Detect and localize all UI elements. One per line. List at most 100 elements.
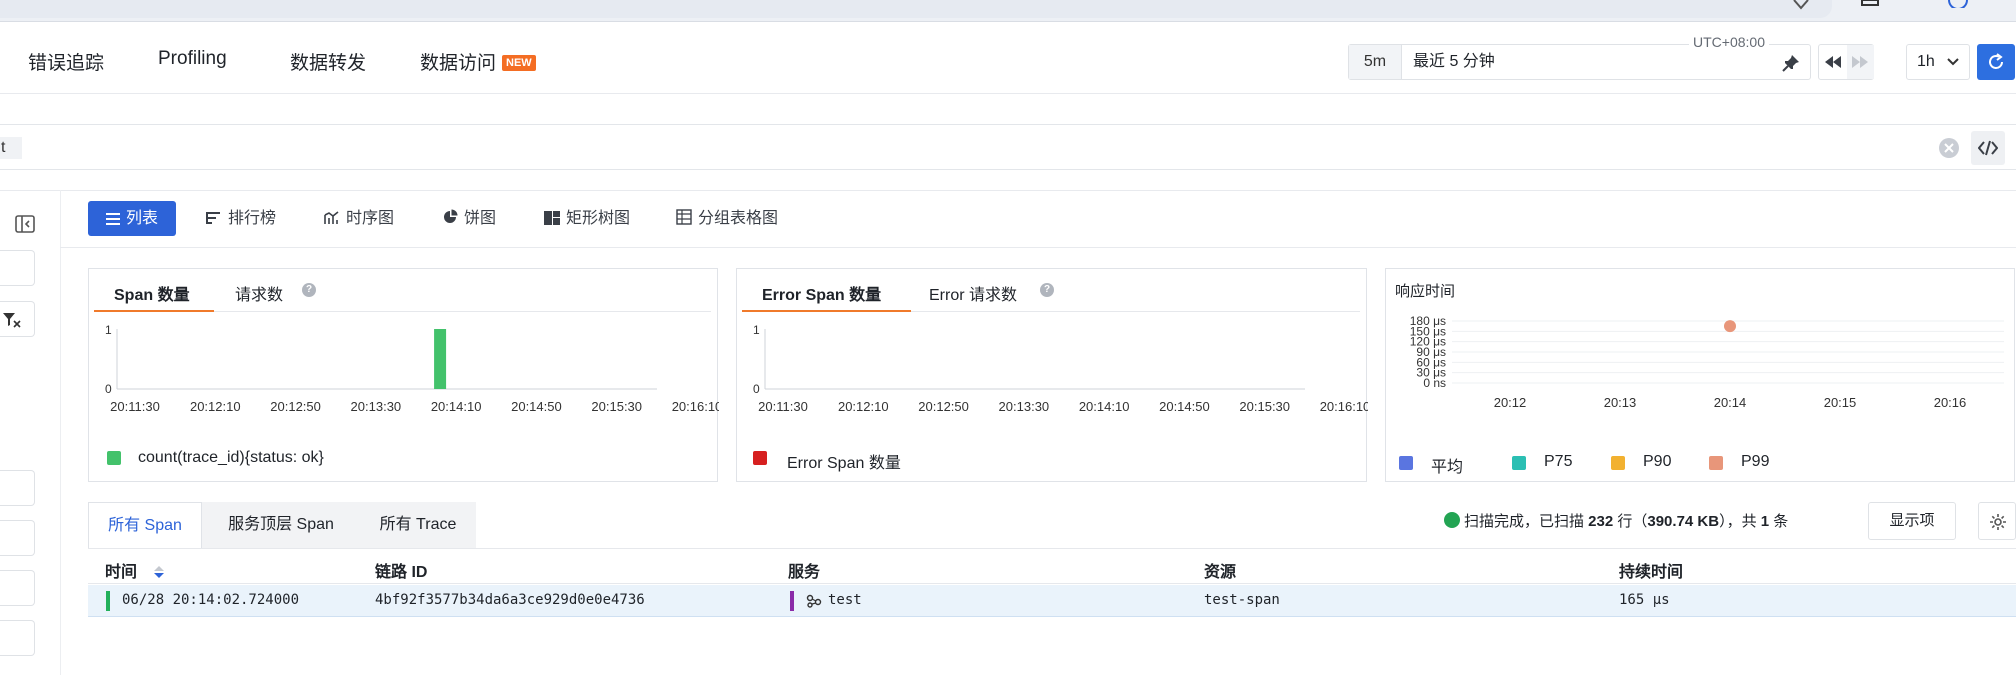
facet-item[interactable]	[0, 520, 35, 556]
nav-item-error-tracking[interactable]: 错误追踪	[28, 48, 104, 75]
table-row[interactable]: 06/28 20:14:02.724000 4bf92f3577b34da6a3…	[88, 585, 2016, 617]
x-tick-label: 20:14	[1714, 395, 1747, 410]
time-range-label[interactable]: 最近 5 分钟	[1413, 45, 1495, 79]
x-tick-label: 20:15:30	[1239, 399, 1290, 414]
pin-icon[interactable]	[1782, 54, 1800, 72]
tab-group-table[interactable]: 分组表格图	[676, 201, 778, 236]
profile-icon[interactable]	[1948, 0, 1968, 8]
clear-filter-button[interactable]	[0, 301, 35, 337]
list-icon	[106, 213, 120, 225]
pie-icon	[444, 209, 458, 223]
table-header: 时间 链路 ID 服务 资源 持续时间	[88, 548, 2016, 584]
refresh-button[interactable]	[1977, 44, 2015, 80]
scan-count: 1	[1760, 513, 1770, 530]
nav-item-data-access[interactable]: 数据访问 NEW	[420, 48, 536, 75]
filter-clear-icon	[3, 313, 21, 328]
data-point[interactable]	[1724, 320, 1736, 333]
tab-error-span-count[interactable]: Error Span 数量	[762, 281, 881, 305]
y-tick-label: 0 ns	[1423, 376, 1446, 390]
check-icon	[1444, 512, 1460, 528]
tab-timeseries[interactable]: 时序图	[324, 201, 394, 236]
interval-select[interactable]: 1h	[1906, 44, 1970, 80]
column-header-duration[interactable]: 持续时间	[1619, 558, 1683, 582]
tab-all-span[interactable]: 所有 Span	[88, 502, 202, 548]
interval-value: 1h	[1917, 53, 1935, 70]
scan-size: 390.74 KB	[1647, 513, 1720, 530]
help-icon[interactable]: ?	[1040, 283, 1054, 297]
time-step-buttons	[1818, 44, 1874, 80]
bookmark-icon[interactable]	[1792, 0, 1810, 10]
tab-treemap[interactable]: 矩形树图	[544, 201, 630, 236]
x-tick-label: 20:11:30	[758, 399, 808, 414]
y-tick-label: 1	[105, 323, 112, 337]
extension-icon[interactable]	[1860, 0, 1880, 8]
query-bar[interactable]: t	[0, 124, 2016, 170]
legend-swatch	[107, 451, 121, 465]
timezone-label[interactable]: UTC+08:00	[1689, 34, 1769, 50]
bar[interactable]	[434, 329, 447, 389]
help-icon[interactable]: ?	[302, 283, 316, 297]
legend-label: Error Span 数量	[787, 455, 901, 472]
x-tick-label: 20:14:10	[431, 399, 482, 414]
x-tick-label: 20:12:10	[190, 399, 241, 414]
scan-rows: 232	[1588, 513, 1614, 530]
tab-ranking[interactable]: 排行榜	[206, 201, 276, 236]
legend-label: P75	[1544, 453, 1573, 470]
x-tick-label: 20:14:50	[1159, 399, 1210, 414]
x-tick-label: 20:16	[1934, 395, 1967, 410]
display-options-button[interactable]: 显示项	[1868, 502, 1956, 540]
treemap-icon	[544, 211, 560, 225]
address-bar[interactable]	[0, 0, 1832, 18]
nav-item-profiling[interactable]: Profiling	[158, 48, 227, 70]
status-indicator	[106, 591, 110, 611]
step-back-button[interactable]	[1819, 45, 1847, 79]
error-span-chart: 0 1 20:11:30 20:12:10 20:12:50 20:13:30 20:14:…	[753, 323, 1368, 414]
x-tick-label: 20:15:30	[591, 399, 642, 414]
code-mode-button[interactable]	[1971, 131, 2005, 165]
ranking-icon	[206, 212, 220, 224]
y-tick-label: 0	[753, 382, 760, 396]
facet-item[interactable]	[0, 620, 35, 656]
column-header-service[interactable]: 服务	[788, 558, 820, 582]
clear-icon[interactable]	[1939, 138, 1959, 158]
sidebar-border	[60, 190, 61, 675]
x-tick-label: 20:11:30	[110, 399, 160, 414]
tab-error-request-count[interactable]: Error 请求数	[929, 281, 1017, 305]
filter-input[interactable]	[0, 250, 35, 286]
collapse-sidebar-icon[interactable]	[14, 213, 36, 235]
nav-item-data-forward[interactable]: 数据转发	[290, 48, 366, 75]
cell-service[interactable]: test	[828, 592, 862, 608]
step-forward-button[interactable]	[1847, 45, 1874, 79]
y-tick-label: 1	[753, 323, 760, 337]
tab-list[interactable]: 列表	[88, 201, 177, 236]
tab-request-count[interactable]: 请求数	[235, 281, 283, 305]
column-header-trace-id[interactable]: 链路 ID	[375, 558, 427, 582]
tab-all-trace[interactable]: 所有 Trace	[360, 502, 476, 548]
error-span-panel: Error Span 数量 Error 请求数 ? 0 1 20:11:30 20:1…	[736, 268, 1368, 482]
tab-label: 列表	[126, 210, 159, 227]
facet-item[interactable]	[0, 470, 35, 506]
column-header-resource[interactable]: 资源	[1204, 558, 1236, 582]
x-tick-label: 20:12:10	[838, 399, 889, 414]
tab-pie[interactable]: 饼图	[442, 201, 496, 236]
settings-button[interactable]	[1978, 502, 2016, 540]
sort-icon[interactable]	[153, 565, 165, 579]
service-color-bar	[790, 591, 794, 611]
facet-item[interactable]	[0, 570, 35, 606]
nav-item-label: 错误追踪	[28, 53, 105, 74]
panel-title: 响应时间	[1395, 283, 1456, 300]
service-icon	[806, 594, 822, 608]
x-tick-label: 20:14:50	[511, 399, 562, 414]
x-tick-label: 20:16:10	[672, 399, 719, 414]
tab-service-top-span[interactable]: 服务顶层 Span	[202, 502, 360, 548]
cell-trace-id[interactable]: 4bf92f3577b34da6a3ce929d0e0e4736	[375, 592, 645, 608]
legend-swatch	[753, 451, 767, 465]
time-range-short[interactable]: 5m	[1349, 45, 1402, 79]
tab-span-count[interactable]: Span 数量	[114, 281, 190, 305]
rewind-icon	[1825, 56, 1841, 68]
span-count-chart: 0 1 20:11:30 20:12:10 20:12:50 20:13:30 20:14:…	[105, 323, 719, 414]
cell-resource[interactable]: test-span	[1204, 592, 1280, 608]
x-tick-label: 20:13:30	[999, 399, 1050, 414]
column-header-time[interactable]: 时间	[105, 558, 165, 582]
query-text[interactable]: t	[0, 137, 22, 159]
